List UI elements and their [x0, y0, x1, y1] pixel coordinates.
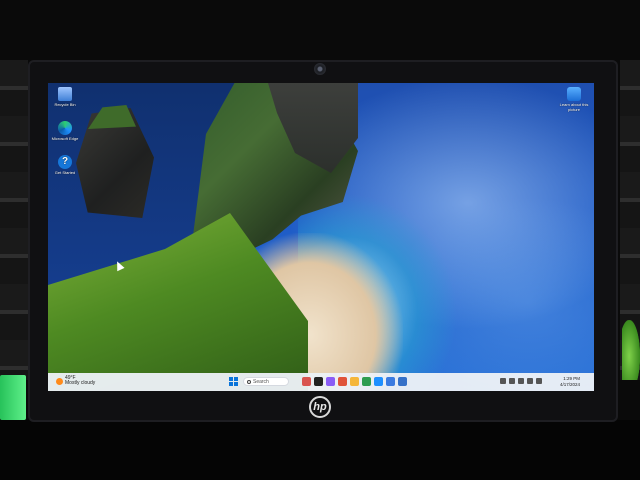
wifi-icon[interactable] [518, 378, 524, 384]
taskbar-clock[interactable]: 1:29 PM 4/17/2024 [560, 376, 580, 387]
webcam-icon [314, 63, 326, 75]
search-placeholder: Search [253, 378, 269, 385]
desktop-icon-learn-about-picture[interactable]: Learn about this picture [557, 87, 591, 112]
search-icon [247, 379, 251, 384]
desktop-screen: Recycle Bin Microsoft Edge ? Get Started… [48, 83, 594, 391]
battery-icon[interactable] [536, 378, 542, 384]
volume-icon[interactable] [527, 378, 533, 384]
taskbar-app-copilot[interactable] [338, 377, 347, 386]
edge-icon [58, 121, 72, 135]
clock-date: 4/17/2024 [560, 381, 581, 387]
learn-icon [567, 87, 581, 101]
weather-desc: Mostly cloudy [65, 380, 96, 386]
system-tray[interactable] [500, 378, 542, 384]
desktop-icon-label: Recycle Bin [54, 102, 76, 107]
help-icon: ? [58, 155, 72, 169]
hp-logo: hp [309, 396, 331, 418]
acoustic-foam-left [0, 60, 28, 380]
taskbar-app-widgets[interactable] [302, 377, 311, 386]
onedrive-icon[interactable] [509, 378, 515, 384]
green-object [0, 375, 26, 420]
weather-widget[interactable]: 49°F Mostly cloudy [56, 376, 95, 386]
clock-time: 1:29 PM [563, 376, 581, 381]
taskbar-app-store[interactable] [386, 377, 395, 386]
chevron-up-icon[interactable] [500, 378, 506, 384]
taskbar-app-chat[interactable] [326, 377, 335, 386]
plant [622, 320, 640, 380]
start-button[interactable] [229, 377, 238, 386]
taskbar-app-extra[interactable] [398, 377, 407, 386]
desktop-icon-label: Learn about this picture [559, 102, 589, 112]
windows-logo-icon-part [234, 377, 238, 381]
taskbar-search[interactable]: Search [243, 377, 289, 386]
windows-logo-icon [229, 377, 233, 381]
windows-logo-icon-part [234, 382, 238, 386]
desktop-icon-get-started[interactable]: ? Get Started [48, 155, 82, 175]
weather-icon [56, 377, 63, 385]
taskbar: 49°F Mostly cloudy Search 1:29 PM 4/17/2… [48, 373, 594, 391]
windows-logo-icon-part [229, 382, 233, 386]
taskbar-app-edge[interactable] [374, 377, 383, 386]
recycle-bin-icon [58, 87, 72, 101]
desktop-icon-edge[interactable]: Microsoft Edge [48, 121, 82, 141]
taskbar-app-chrome[interactable] [362, 377, 371, 386]
desktop-icon-label: Microsoft Edge [51, 136, 79, 141]
desktop-icon-label: Get Started [54, 170, 76, 175]
desk [0, 420, 640, 480]
desktop-icon-recycle-bin[interactable]: Recycle Bin [48, 87, 82, 107]
taskbar-app-task-view[interactable] [314, 377, 323, 386]
taskbar-app-file-explorer[interactable] [350, 377, 359, 386]
